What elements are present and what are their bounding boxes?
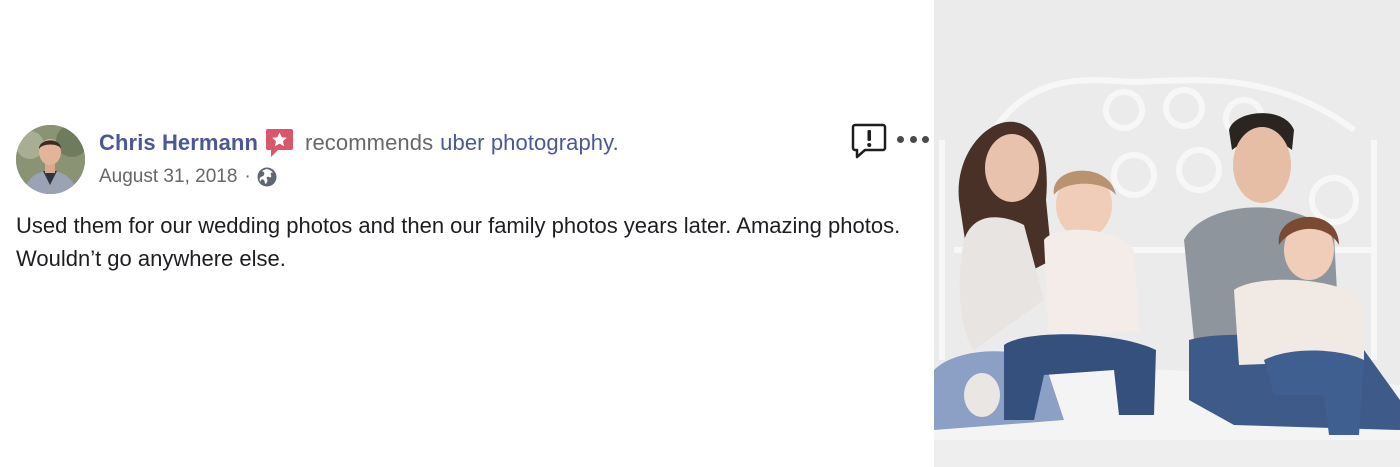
meta-separator: · <box>244 166 251 187</box>
author-name[interactable]: Chris Hermann <box>99 130 258 156</box>
avatar[interactable] <box>16 125 85 194</box>
page-link[interactable]: uber photography. <box>440 130 619 156</box>
recommendation-post: Chris Hermann recommends uber photograph… <box>0 0 934 467</box>
recommendation-star-icon <box>265 128 294 158</box>
globe-icon[interactable] <box>257 167 277 187</box>
post-date[interactable]: August 31, 2018 <box>99 166 237 188</box>
more-dot <box>922 135 929 143</box>
more-dot <box>909 135 917 143</box>
report-flag-icon[interactable] <box>851 122 887 160</box>
action-text: recommends <box>305 130 434 155</box>
post-meta: August 31, 2018 · <box>99 163 277 191</box>
post-header: Chris Hermann recommends uber photograph… <box>99 127 619 159</box>
more-dot <box>897 135 904 143</box>
family-photo <box>934 0 1400 467</box>
post-body: Used them for our wedding photos and the… <box>16 213 901 271</box>
more-options-icon[interactable] <box>897 128 929 150</box>
